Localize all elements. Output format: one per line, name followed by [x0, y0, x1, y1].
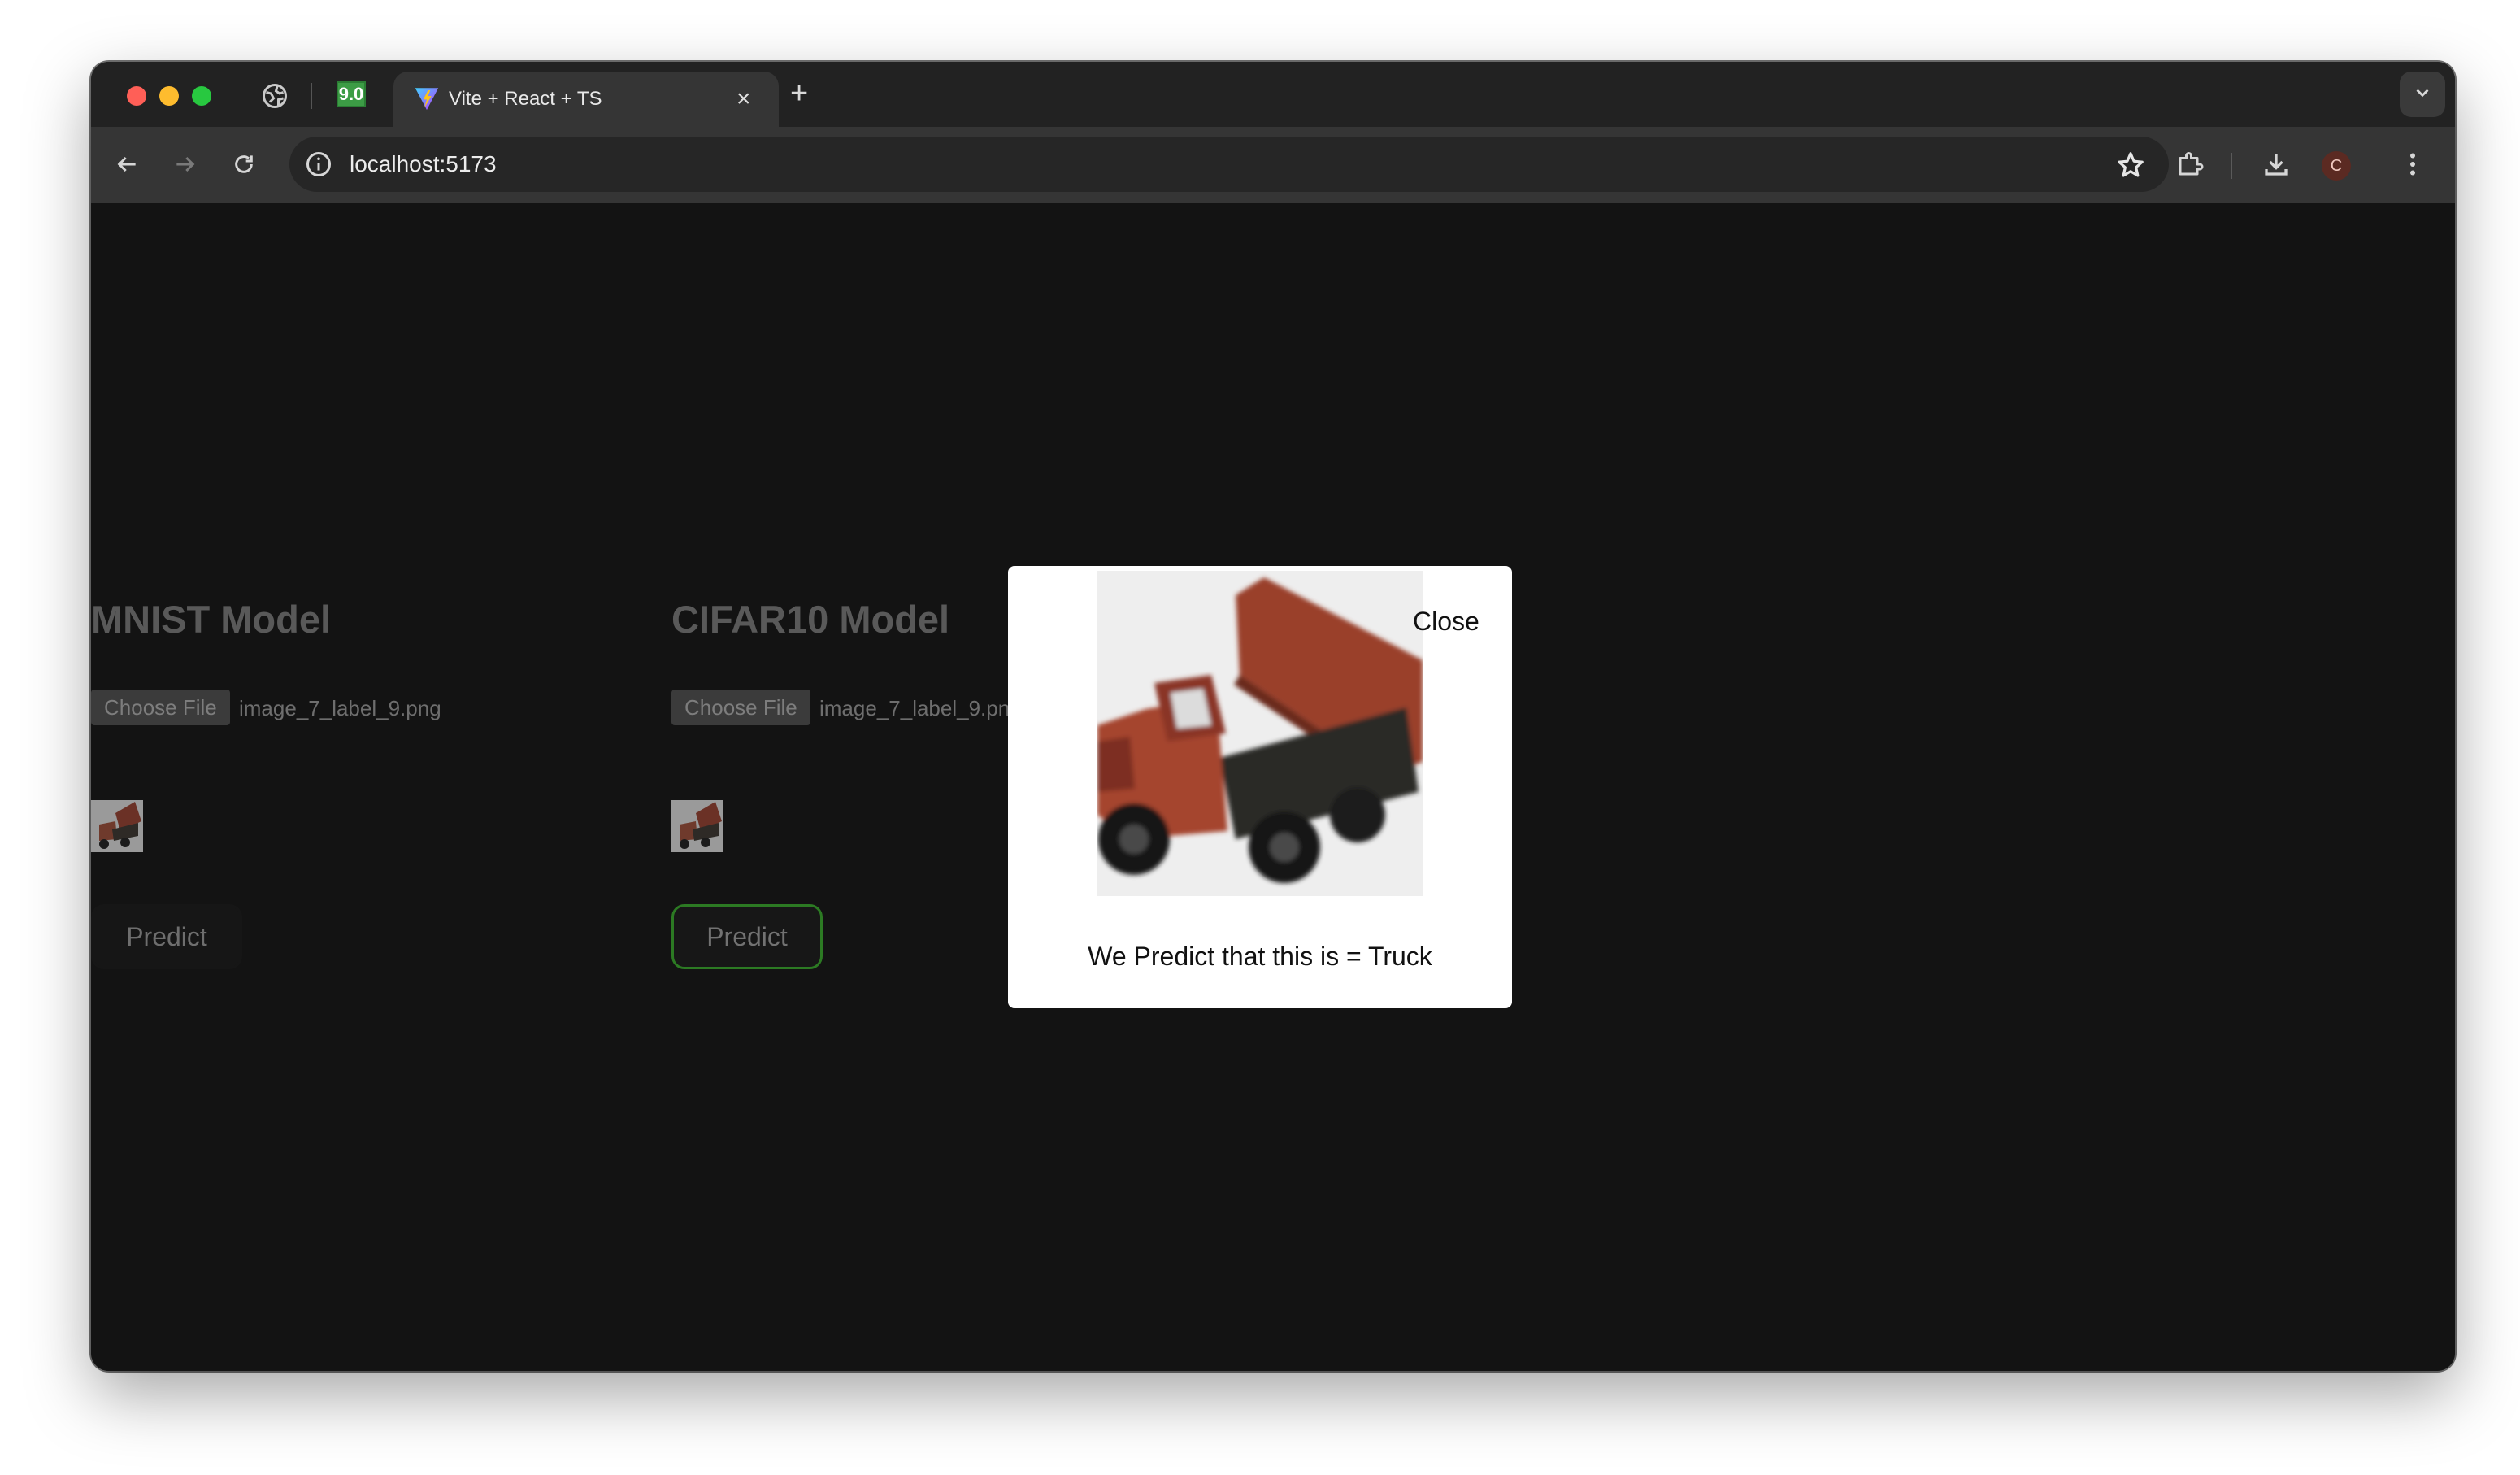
tab-title: Vite + React + TS: [449, 88, 602, 110]
tab-search-button[interactable]: [2400, 72, 2445, 117]
arrow-right-icon: [176, 156, 195, 172]
choose-file-button[interactable]: Choose File: [671, 690, 810, 725]
bookmark-star-icon[interactable]: [2115, 150, 2146, 181]
reload-icon: [235, 155, 253, 173]
tab-divider: [311, 83, 312, 109]
prediction-result-text: We Predict that this is = Truck: [1088, 942, 1432, 971]
selected-file-name: image_7_label_9.pn: [819, 696, 1010, 720]
download-icon[interactable]: [2258, 146, 2294, 182]
model-title: MNIST Model: [91, 598, 332, 641]
tab-vite-react[interactable]: Vite + React + TS ×: [393, 72, 779, 127]
info-icon[interactable]: [304, 150, 333, 179]
url-text: localhost:5173: [350, 151, 497, 176]
uploaded-image-thumbnail: [671, 800, 723, 852]
prediction-modal: Close We Predict that this is = Truck: [1008, 566, 1512, 1008]
selected-file-name: image_7_label_9.png: [239, 696, 441, 720]
close-button[interactable]: Close: [1413, 607, 1479, 637]
page-viewport: MNIST Model Choose File image_7_label_9.…: [91, 203, 2455, 1371]
chevron-down-icon: [2412, 82, 2433, 107]
arrow-left-icon: [117, 156, 136, 172]
predict-button[interactable]: Predict: [91, 904, 242, 969]
browser-window: 9.0 Vite + React + TS × + localhost:5173…: [91, 62, 2455, 1371]
predict-button[interactable]: Predict: [671, 904, 823, 969]
forward-button[interactable]: [167, 146, 203, 182]
more-menu-icon[interactable]: [2395, 146, 2431, 182]
model-title: CIFAR10 Model: [671, 598, 950, 641]
maximize-window-button[interactable]: [192, 86, 211, 106]
back-button[interactable]: [109, 146, 145, 182]
new-tab-button[interactable]: +: [790, 78, 808, 109]
browser-toolbar: localhost:5173 C: [91, 127, 2455, 203]
minimize-window-button[interactable]: [159, 86, 179, 106]
vite-logo-icon: [413, 85, 441, 112]
reload-button[interactable]: [226, 146, 262, 182]
profile-avatar[interactable]: C: [2322, 151, 2351, 181]
choose-file-button[interactable]: Choose File: [91, 690, 230, 725]
close-icon[interactable]: ×: [736, 87, 751, 111]
close-window-button[interactable]: [127, 86, 146, 106]
extensions-puzzle-icon[interactable]: [2172, 146, 2208, 182]
mnist-model-section: MNIST Model Choose File image_7_label_9.…: [91, 203, 628, 1016]
prediction-image: [1097, 571, 1423, 896]
globe-icon[interactable]: [260, 81, 289, 111]
address-bar[interactable]: localhost:5173: [289, 137, 2169, 192]
tab-strip: 9.0 Vite + React + TS × +: [91, 62, 2455, 127]
toolbar-separator: [2231, 153, 2232, 179]
pinned-tab-badge[interactable]: 9.0: [337, 81, 366, 107]
uploaded-image-thumbnail: [91, 800, 143, 852]
